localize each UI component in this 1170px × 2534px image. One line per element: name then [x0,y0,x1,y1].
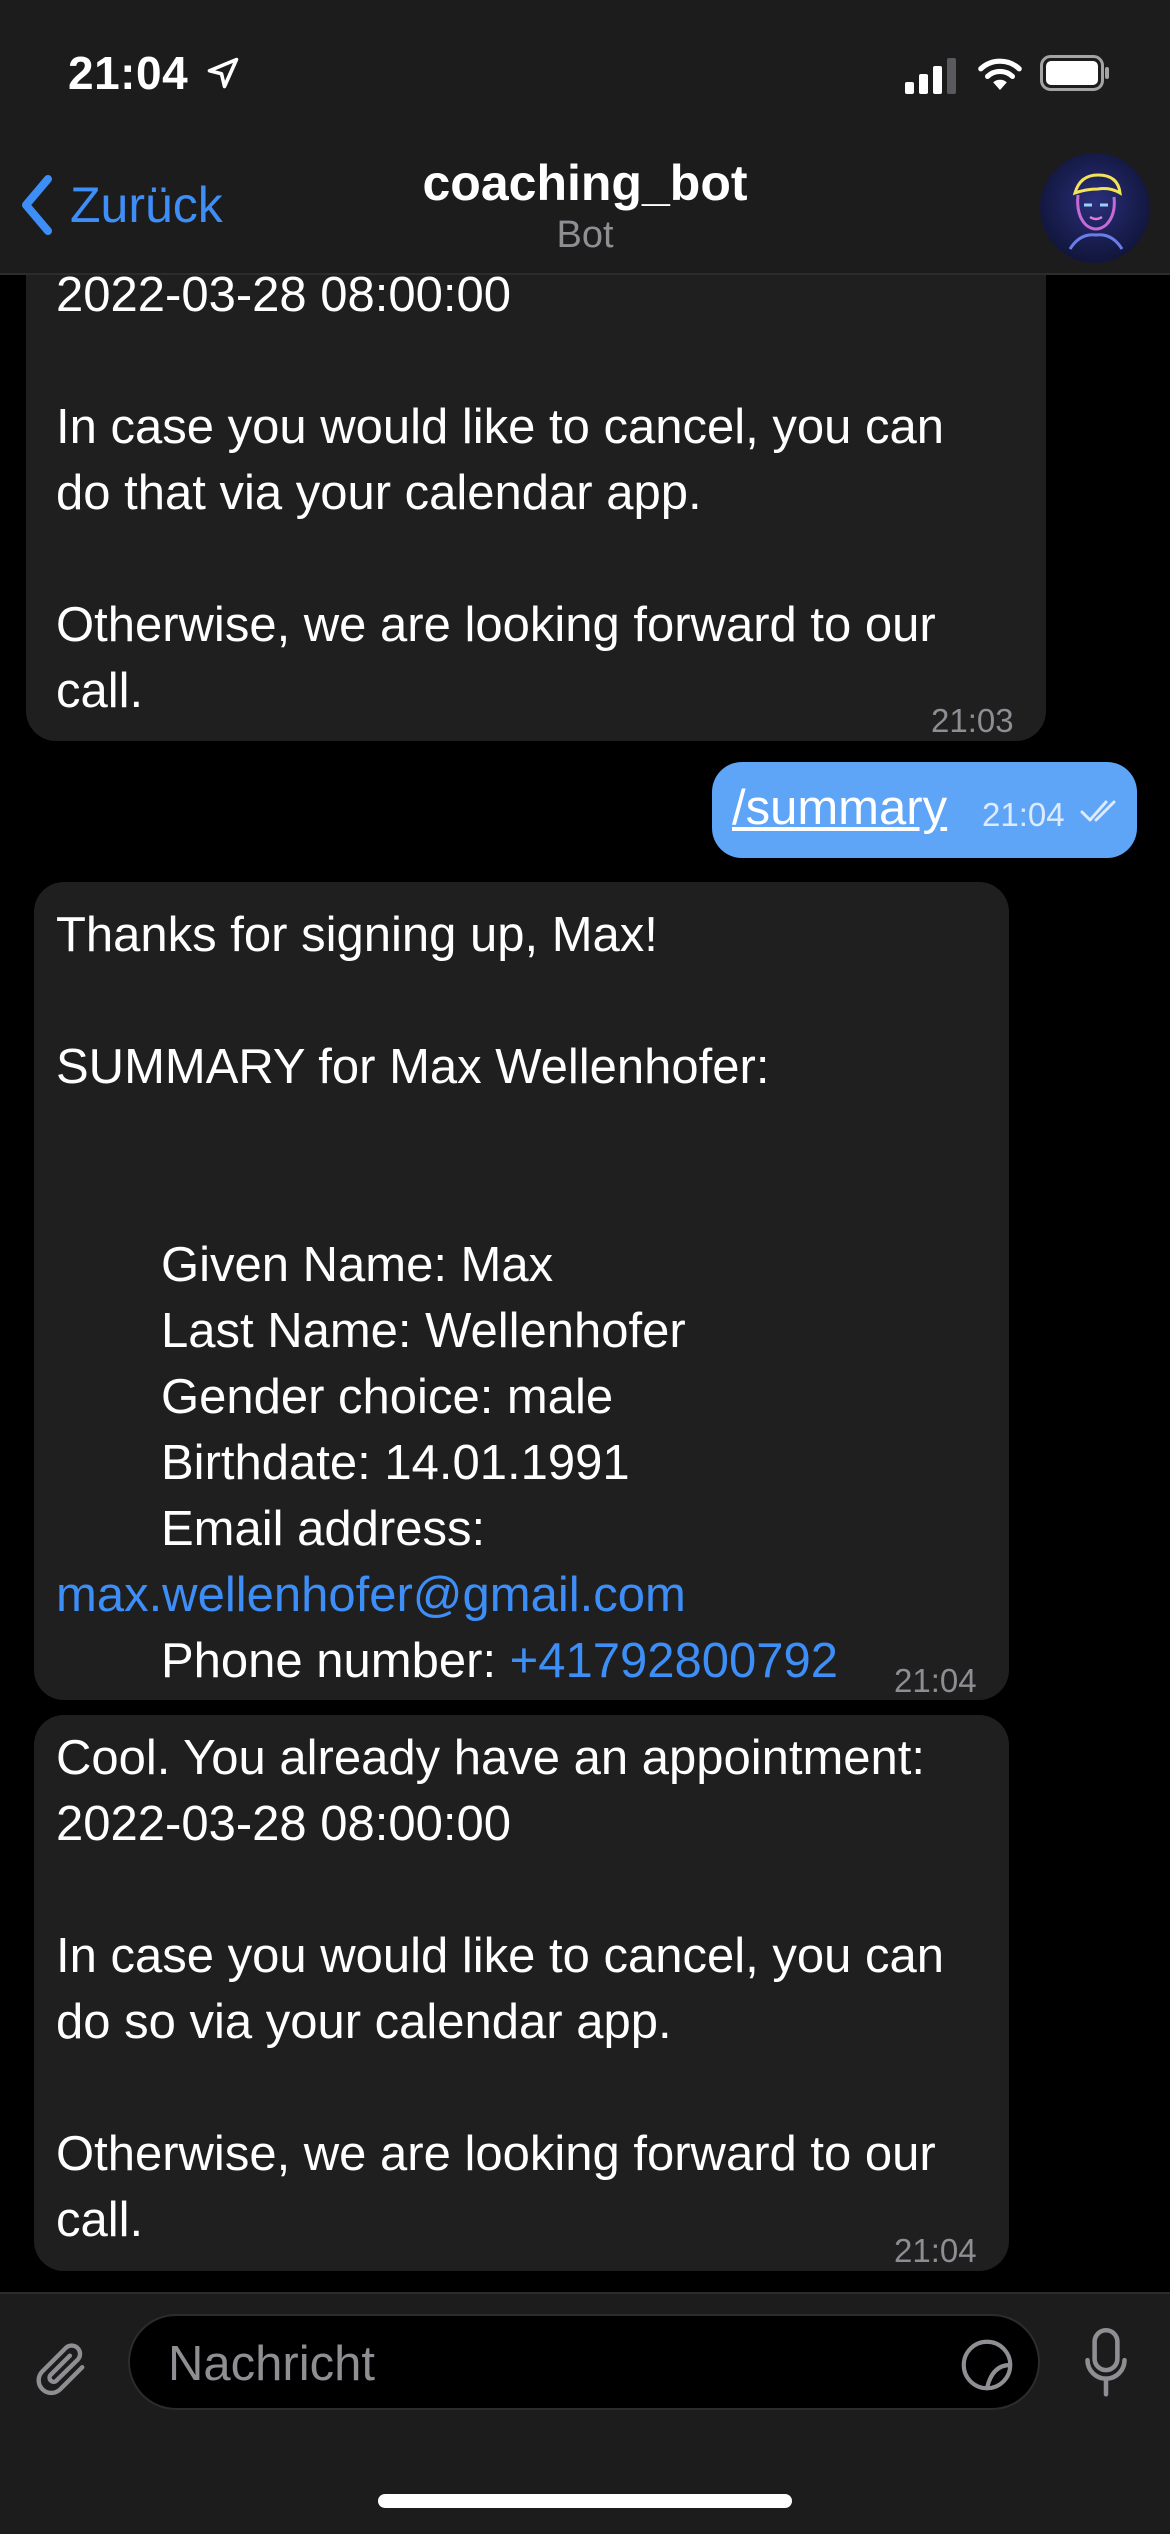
message-line: In case you would like to cancel, you ca… [56,1929,944,1983]
message-line: Thanks for signing up, Max! [56,908,658,962]
message-line: call. [56,2193,144,2247]
message-bubble-incoming[interactable]: Cool. You already have an appointment: 2… [34,1715,1009,2271]
home-indicator[interactable] [378,2494,792,2508]
message-line: call. [56,664,144,718]
summary-last-name: Last Name: Wellenhofer [161,1304,686,1358]
composer-bar: Nachricht [0,2292,1170,2534]
bot-avatar[interactable] [1040,153,1150,263]
message-line: In case you would like to cancel, you ca… [56,400,944,454]
wifi-icon [978,58,1022,90]
summary-phone-label: Phone number: [161,1634,510,1688]
message-bubble-incoming[interactable]: Thanks for signing up, Max! SUMMARY for … [34,882,1009,1700]
message-bubble-outgoing[interactable]: /summary 21:04 [712,762,1137,858]
message-placeholder: Nachricht [168,2337,375,2391]
message-line: do that via your calendar app. [56,466,702,520]
summary-given-name: Given Name: Max [161,1238,554,1292]
bot-avatar-illustration [1068,173,1124,250]
message-input[interactable]: Nachricht [128,2314,1040,2410]
location-arrow-icon [207,57,239,89]
message-line: do so via your calendar app. [56,1995,672,2049]
summary-email-label: Email address: [161,1502,486,1556]
message-line: Otherwise, we are looking forward to our [56,598,936,652]
read-checkmarks-icon [1080,800,1116,822]
message-line: Cool. You already have an appointment: [56,1731,926,1785]
email-link[interactable]: max.wellenhofer@gmail.com [56,1562,996,1628]
microphone-icon[interactable] [1082,2326,1130,2400]
paperclip-icon[interactable] [30,2334,96,2406]
message-time: 21:03 [931,702,1014,739]
cellular-signal-icon [905,56,957,94]
status-time: 21:04 [68,47,189,99]
battery-icon [1040,55,1109,91]
phone-link[interactable]: +41792800792 [510,1634,838,1688]
sticker-icon[interactable] [956,2334,1018,2396]
message-line: 2022-03-28 08:00:00 [56,1797,511,1851]
summary-phone-row: Phone number: +41792800792 [56,1628,996,1694]
command-link[interactable]: /summary [732,780,947,836]
top-bar: 21:04 Zurück coaching_bot Bot [0,0,1170,275]
chat-title[interactable]: coaching_bot [0,154,1170,212]
chat-subtitle: Bot [556,214,614,256]
message-time: 21:04 [982,796,1065,833]
summary-gender: Gender choice: male [161,1370,614,1424]
message-line: SUMMARY for Max Wellenhofer: [56,1040,770,1094]
message-bubble-incoming[interactable]: 2022-03-28 08:00:00 In case you would li… [26,220,1046,741]
message-time: 21:04 [894,2232,977,2269]
message-time: 21:04 [894,1662,977,1699]
summary-birthdate: Birthdate: 14.01.1991 [161,1436,630,1490]
message-line: Otherwise, we are looking forward to our [56,2127,936,2181]
